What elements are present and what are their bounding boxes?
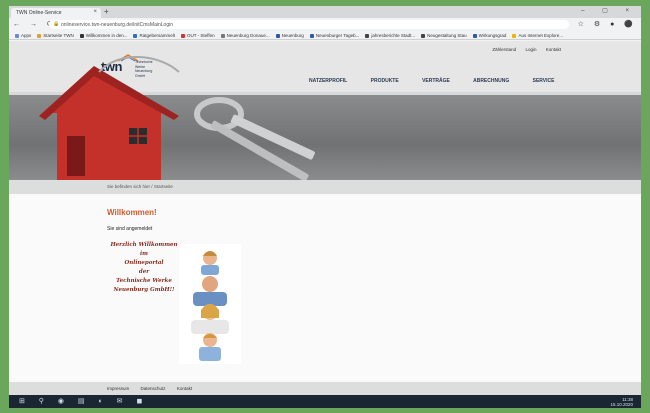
bookmark-label: Ratgebersammelt xyxy=(139,33,175,38)
datenschutz-link[interactable]: Datenschutz xyxy=(141,386,166,391)
bookmark-label: Neugestaltung Stau xyxy=(427,33,467,38)
impressum-link[interactable]: Impressum xyxy=(107,386,129,391)
bookmark-label: Willkommen in den... xyxy=(85,33,128,38)
bookmark-item[interactable]: Neugestaltung Stau xyxy=(421,33,467,38)
bookmark-label: Neuenburg Donaue... xyxy=(226,33,270,38)
bookmark-item[interactable]: jahresberichte Stadt... xyxy=(365,33,415,38)
script-line: Onlineportal xyxy=(124,260,164,266)
bookmark-favicon-icon xyxy=(15,34,19,38)
bookmark-favicon-icon xyxy=(472,34,477,38)
script-line: der xyxy=(138,269,150,275)
main-navigation: NATZERPROFIL PRODUKTE VERTRÄGE ABRECHNUN… xyxy=(309,78,576,84)
nav-item-produkte[interactable]: PRODUKTE xyxy=(371,78,399,84)
contact-link[interactable]: Kontakt xyxy=(546,47,561,52)
bookmark-label: Aus Internet Explore... xyxy=(518,33,563,38)
clock-date: 15.10.2020 xyxy=(610,402,633,407)
site-footer: Impressum Datenschutz Kontakt xyxy=(9,382,641,395)
bookmark-label: Neuenburg xyxy=(281,33,304,38)
address-bar[interactable]: 🔒 onlineservice.twn-neuenburg.de/initCms… xyxy=(49,20,569,29)
script-line: im xyxy=(140,251,148,257)
welcome-script-text: Herzlich Willkommen im Onlineportal der … xyxy=(109,241,179,295)
bookmark-item[interactable]: Apps xyxy=(15,33,31,38)
house-icon xyxy=(39,56,180,180)
bookmark-label: Wirkungsgrad xyxy=(478,33,507,38)
bookmark-favicon-icon xyxy=(37,34,42,38)
bookmark-favicon-icon xyxy=(220,34,225,38)
meter-reading-link[interactable]: Zählerstand xyxy=(492,47,516,52)
tab-close-icon[interactable]: × xyxy=(93,9,97,15)
nav-item-abrechnung[interactable]: ABRECHNUNG xyxy=(473,78,509,84)
script-line: Technische Werke xyxy=(116,278,172,284)
taskbar-icons[interactable]: ⊞ ⚲ ◉ ▤ ◐ ✉ ◼ xyxy=(19,397,148,405)
family-photo xyxy=(179,244,241,364)
bookmarks-bar: Apps Startseite TWN Willkommen in den... Ra… xyxy=(9,31,641,40)
browser-toolbar: ← → ⟳ ⌂ 🔒 onlineservice.twn-neuenburg.de… xyxy=(9,18,641,31)
window-controls[interactable]: – ▢ × xyxy=(581,7,637,14)
screen: TWN Online-Service × + – ▢ × ← → ⟳ ⌂ 🔒 o… xyxy=(9,6,641,408)
bookmark-item[interactable]: Wirkungsgrad xyxy=(472,33,507,38)
extension-icons[interactable]: ☆ ⚙ ● ⚫ xyxy=(578,20,637,28)
main-content: Willkommen! Sie sind angemeldet Herzlich… xyxy=(9,194,641,382)
tab-title: TWN Online-Service xyxy=(16,10,62,16)
taskbar: ⊞ ⚲ ◉ ▤ ◐ ✉ ◼ 11:38 15.10.2020 xyxy=(9,395,641,408)
system-tray-clock[interactable]: 11:38 15.10.2020 xyxy=(610,397,633,407)
script-line: Herzlich Willkommen xyxy=(110,242,178,248)
lock-icon: 🔒 xyxy=(53,21,60,27)
script-line: Neuenburg GmbH!! xyxy=(113,287,175,293)
bookmark-label: Startseite TWN xyxy=(43,33,74,38)
bookmark-favicon-icon xyxy=(421,34,426,38)
bookmark-item[interactable]: Neuenburger Tageb... xyxy=(309,33,360,38)
bookmark-item[interactable]: Neuenburg Donaue... xyxy=(220,33,270,38)
browser-tab[interactable]: TWN Online-Service × xyxy=(11,8,101,18)
bookmark-item[interactable]: Aus Internet Explore... xyxy=(512,33,563,38)
bookmark-item[interactable]: Neuenburg xyxy=(275,33,304,38)
bookmark-favicon-icon xyxy=(275,34,280,38)
login-link[interactable]: Login xyxy=(525,47,536,52)
browser-tab-strip: TWN Online-Service × + – ▢ × xyxy=(9,6,641,18)
bookmark-favicon-icon xyxy=(309,34,314,38)
utility-links: Zählerstand Login Kontakt xyxy=(484,47,561,52)
breadcrumb: Sie befinden sich hier / Startseite xyxy=(9,180,641,194)
nav-item-service[interactable]: SERVICE xyxy=(533,78,555,84)
bookmark-label: jahresberichte Stadt... xyxy=(371,33,416,38)
nav-item-profil[interactable]: NATZERPROFIL xyxy=(309,78,347,84)
login-status-text: Sie sind angemeldet xyxy=(107,226,153,232)
bookmark-favicon-icon xyxy=(133,34,138,38)
bookmark-item[interactable]: Ratgebersammelt xyxy=(133,33,175,38)
footer-contact-link[interactable]: Kontakt xyxy=(177,386,192,391)
breadcrumb-home[interactable]: Sie befinden sich hier xyxy=(107,184,150,189)
bookmark-label: Apps xyxy=(21,33,32,38)
nav-item-vertraege[interactable]: VERTRÄGE xyxy=(422,78,450,84)
breadcrumb-current: Startseite xyxy=(153,184,173,189)
bookmark-item[interactable]: Startseite TWN xyxy=(37,33,74,38)
bookmark-favicon-icon xyxy=(79,34,84,38)
bookmark-item[interactable]: OUT - Steffen xyxy=(180,33,215,38)
new-tab-button[interactable]: + xyxy=(104,7,109,16)
bookmark-favicon-icon xyxy=(512,34,517,38)
url-text: onlineservice.twn-neuenburg.de/initCmsMa… xyxy=(61,22,174,28)
bookmark-favicon-icon xyxy=(180,34,185,38)
bookmark-label: Neuenburger Tageb... xyxy=(315,33,360,38)
bookmark-item[interactable]: Willkommen in den... xyxy=(79,33,128,38)
bookmark-label: OUT - Steffen xyxy=(186,33,215,38)
bookmark-favicon-icon xyxy=(365,34,370,38)
page-title: Willkommen! xyxy=(107,208,157,217)
